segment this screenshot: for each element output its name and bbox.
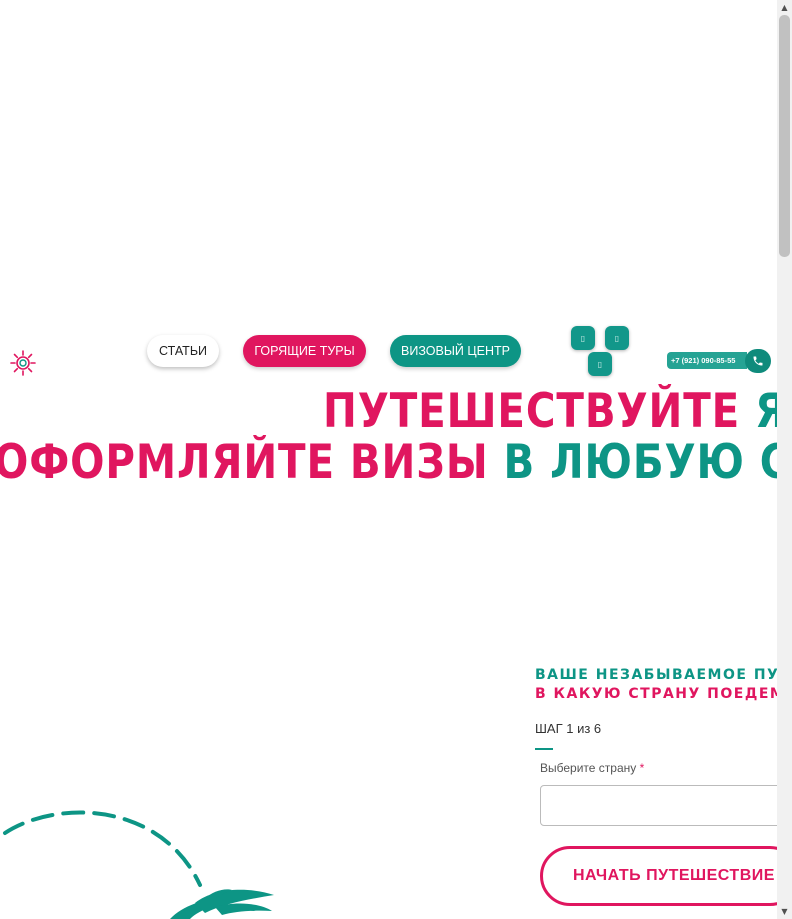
scrollbar-thumb[interactable] (779, 15, 790, 257)
headline-line-2: ОФОРМЛЯЙТЕ ВИЗЫ В ЛЮБУЮ СТРАНУ (0, 437, 777, 489)
headline-any-country: В ЛЮБУЮ СТРАНУ (503, 435, 777, 490)
headline-line-1: ПУТЕШЕСТВУЙТЕ ЯРКО (323, 386, 777, 438)
required-mark: * (639, 761, 645, 775)
nav-hot-tours-button[interactable]: ГОРЯЩИЕ ТУРЫ (243, 335, 366, 367)
sun-icon[interactable] (10, 350, 36, 376)
social-icon[interactable]: ▯ (571, 326, 595, 350)
country-field-label: Выберите страну * (540, 761, 644, 775)
nav-visa-center-button[interactable]: ВИЗОВЫЙ ЦЕНТР (390, 335, 521, 367)
social-icon[interactable]: ▯ (588, 352, 612, 376)
vertical-scrollbar[interactable]: ▲ ▼ (777, 0, 792, 919)
form-subtitle-1: ВАШЕ НЕЗАБЫВАЕМОЕ ПУТЕШЕСТВИЕ (535, 667, 777, 683)
arrow-up-icon[interactable]: ▲ (777, 0, 792, 15)
country-select[interactable] (540, 785, 777, 826)
phone-number[interactable]: +7 (921) 090-85-55 (667, 352, 747, 369)
palm-decoration (3, 810, 274, 919)
headline-travel: ПУТЕШЕСТВУЙТЕ (323, 384, 741, 439)
page: СТАТЬИ ГОРЯЩИЕ ТУРЫ ВИЗОВЫЙ ЦЕНТР ▯ ▯ ▯ … (0, 0, 777, 919)
phone-icon[interactable] (745, 349, 771, 373)
country-label-text: Выберите страну (540, 761, 637, 775)
headline-visas: ОФОРМЛЯЙТЕ ВИЗЫ (0, 435, 489, 490)
form-subtitle-2: В КАКУЮ СТРАНУ ПОЕДЕМ? (535, 686, 777, 702)
nav-articles-button[interactable]: СТАТЬИ (147, 335, 219, 367)
start-journey-button[interactable]: НАЧАТЬ ПУТЕШЕСТВИЕ (540, 846, 777, 906)
step-underline (535, 748, 553, 750)
social-icon[interactable]: ▯ (605, 326, 629, 350)
headline-bright: ЯРКО (755, 384, 777, 439)
arrow-down-icon[interactable]: ▼ (777, 904, 792, 919)
step-indicator: ШАГ 1 из 6 (535, 721, 602, 736)
